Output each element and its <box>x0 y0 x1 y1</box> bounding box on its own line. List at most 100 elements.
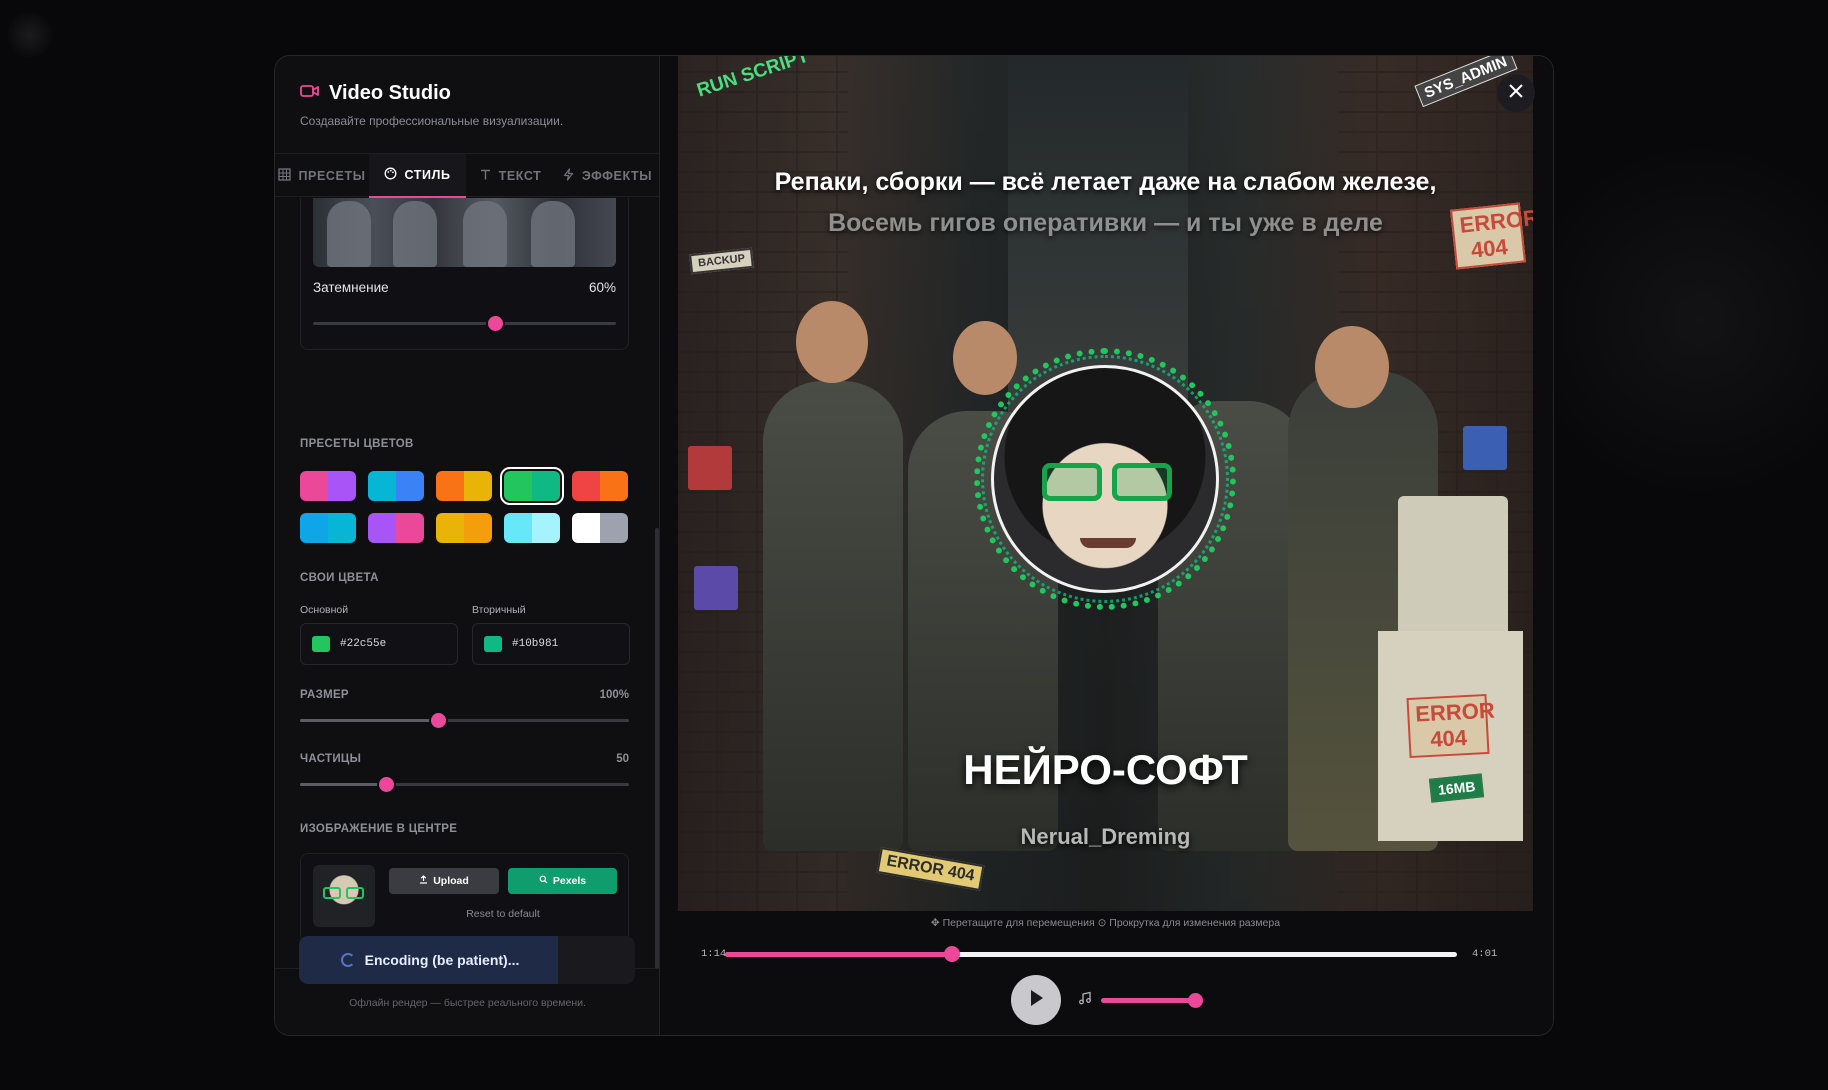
primary-color-label: Основной <box>300 604 349 616</box>
primary-color-field[interactable]: #22c55e <box>300 623 458 665</box>
close-icon <box>1508 83 1524 104</box>
reset-image-link[interactable]: Reset to default <box>389 908 617 920</box>
play-icon <box>1028 989 1044 1012</box>
upload-icon <box>419 875 428 887</box>
tab-style[interactable]: СТИЛЬ <box>369 154 466 198</box>
bolt-icon <box>562 168 575 184</box>
tab-text-label: ТЕКСТ <box>498 169 542 183</box>
color-preset-swatch[interactable] <box>300 513 356 543</box>
figure-4-head <box>1315 326 1389 408</box>
grid-icon <box>278 168 292 184</box>
color-presets <box>300 467 628 543</box>
color-preset-swatch[interactable] <box>572 513 628 543</box>
custom-colors-title: СВОИ ЦВЕТА <box>300 572 379 584</box>
size-label: РАЗМЕР <box>300 689 349 701</box>
tab-presets[interactable]: ПРЕСЕТЫ <box>275 154 369 198</box>
play-button[interactable] <box>1011 975 1061 1025</box>
secondary-color-chip[interactable] <box>484 636 502 652</box>
palette-icon <box>384 167 397 183</box>
tab-style-label: СТИЛЬ <box>404 168 451 182</box>
tab-presets-label: ПРЕСЕТЫ <box>298 169 366 183</box>
particles-value: 50 <box>616 753 629 765</box>
total-time: 4:01 <box>1472 948 1498 960</box>
track-artist: Nerual_Dreming <box>1020 824 1191 849</box>
upload-button[interactable]: Upload <box>389 868 499 894</box>
secondary-color-value: #10b981 <box>512 638 559 650</box>
color-preset-swatch[interactable] <box>500 467 564 505</box>
size-slider-fill <box>300 719 439 722</box>
center-image-preview <box>313 865 375 927</box>
color-preset-swatch[interactable] <box>368 471 424 501</box>
video-studio-modal: Video Studio Создавайте профессиональные… <box>274 55 1554 1036</box>
dim-slider-handle[interactable] <box>487 316 503 331</box>
scene-text-error-404-floor: ERROR 404 <box>876 847 985 891</box>
volume-slider-handle[interactable] <box>1188 993 1203 1008</box>
seek-bar-fill <box>725 952 952 957</box>
style-settings[interactable]: Затемнение 60% ПРЕСЕТЫ ЦВЕТОВ СВОИ ЦВЕТА… <box>275 198 660 968</box>
color-preset-swatch[interactable] <box>436 513 492 543</box>
pexels-button[interactable]: Pexels <box>508 868 617 894</box>
color-preset-swatch[interactable] <box>368 513 424 543</box>
figure-2-head <box>953 321 1017 395</box>
size-slider-handle[interactable] <box>431 713 447 728</box>
avatar-glasses-right <box>1112 463 1172 501</box>
secondary-color-field[interactable]: #10b981 <box>472 623 630 665</box>
dim-value: 60% <box>588 280 616 295</box>
close-button[interactable] <box>1497 74 1535 112</box>
lyric-current: Репаки, сборки — всё летает даже на слаб… <box>774 168 1437 196</box>
size-slider[interactable] <box>300 713 629 728</box>
lyric-next: Восемь гигов оперативки — и ты уже в дел… <box>828 209 1383 237</box>
particles-label: ЧАСТИЦЫ <box>300 753 362 765</box>
app-title: Video Studio <box>329 82 451 104</box>
particles-slider-handle[interactable] <box>378 777 394 792</box>
primary-color-chip[interactable] <box>312 636 330 652</box>
encode-label: Encoding (be patient)... <box>364 952 520 968</box>
color-preset-swatch[interactable] <box>572 471 628 501</box>
floppy-disk-blue <box>1463 426 1507 470</box>
seek-bar-handle[interactable] <box>943 946 960 962</box>
video-camera-icon <box>300 84 319 103</box>
floppy-disk-purple <box>694 566 738 610</box>
color-preset-swatch[interactable] <box>504 513 560 543</box>
tab-bar: ПРЕСЕТЫ СТИЛЬ ТЕКСТ ЭФФЕКТЫ <box>275 153 660 198</box>
tab-text[interactable]: ТЕКСТ <box>466 154 554 198</box>
app-subtitle: Создавайте профессиональные визуализации… <box>300 114 564 128</box>
center-image-card: Upload Pexels Reset to default <box>300 853 629 943</box>
encode-button[interactable]: Encoding (be patient)... <box>299 936 635 984</box>
floppy-disk-red <box>688 446 732 490</box>
spinner-icon <box>340 953 355 967</box>
video-preview[interactable]: RUN SCRIPT SYS_ADMIN ERROR 404 ERROR 404… <box>678 56 1533 911</box>
upload-label: Upload <box>433 875 469 887</box>
background-card: Затемнение 60% <box>300 198 629 350</box>
dim-label: Затемнение <box>313 280 389 295</box>
preview-hint: ✥ Перетащите для перемещения ⊙ Прокрутка… <box>930 917 1281 929</box>
text-icon <box>479 168 492 184</box>
tab-effects[interactable]: ЭФФЕКТЫ <box>554 154 660 198</box>
music-note-icon <box>1078 991 1092 1010</box>
particles-slider-fill <box>300 783 386 786</box>
settings-panel: Video Studio Создавайте профессиональные… <box>275 56 660 1035</box>
color-preset-swatch[interactable] <box>436 471 492 501</box>
primary-color-value: #22c55e <box>340 638 387 650</box>
volume-slider[interactable] <box>1101 993 1203 1008</box>
dim-slider[interactable] <box>313 316 616 331</box>
crt-monitor <box>1398 496 1508 636</box>
figure-1-head <box>796 301 868 383</box>
center-avatar[interactable] <box>991 365 1219 593</box>
avatar-smile <box>1080 538 1136 548</box>
track-title: НЕЙРО-СОФТ <box>963 746 1248 793</box>
avatar-glasses-left <box>1042 463 1102 501</box>
pexels-label: Pexels <box>552 875 587 887</box>
brand: Video Studio Создавайте профессиональные… <box>300 82 563 128</box>
panel-scrollbar[interactable] <box>655 528 659 968</box>
size-value: 100% <box>599 689 629 701</box>
tab-effects-label: ЭФФЕКТЫ <box>581 169 653 183</box>
color-preset-swatch[interactable] <box>300 471 356 501</box>
background-thumbnail[interactable] <box>313 198 616 267</box>
search-icon <box>539 875 548 887</box>
particles-slider[interactable] <box>300 777 629 792</box>
current-time: 1:14 <box>701 948 727 960</box>
presets-title: ПРЕСЕТЫ ЦВЕТОВ <box>300 438 414 450</box>
secondary-color-label: Вторичный <box>472 604 526 616</box>
seek-bar[interactable] <box>725 946 1457 962</box>
